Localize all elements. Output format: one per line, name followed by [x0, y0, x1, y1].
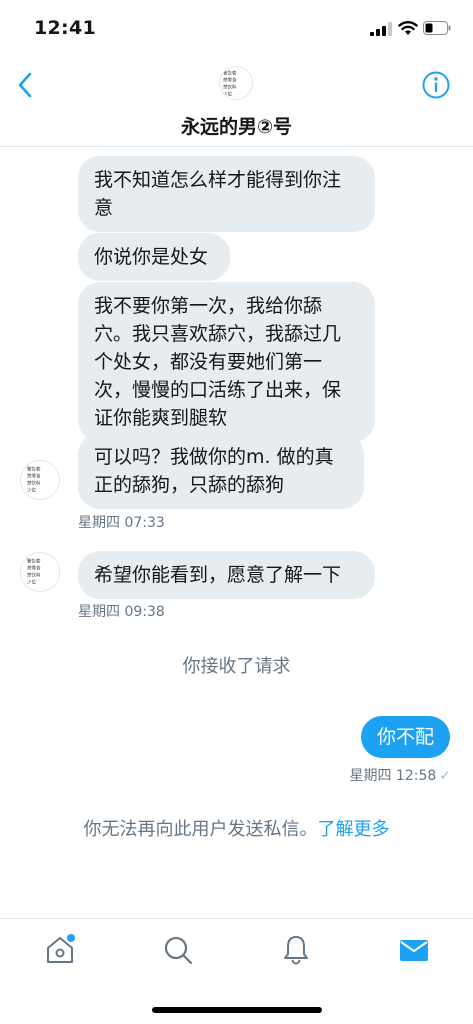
avatar-text: 警告套 禁零食 禁饮料 少位 — [223, 71, 251, 99]
received-message[interactable]: 我不知道怎么样才能得到你注意 — [78, 156, 375, 232]
back-icon[interactable] — [14, 70, 38, 100]
avatar-line: 禁饮料 — [27, 481, 41, 487]
status-bar: 12:41 — [0, 0, 473, 56]
mail-icon[interactable] — [397, 933, 431, 967]
wifi-icon — [398, 21, 418, 35]
search-icon[interactable] — [161, 933, 195, 967]
received-message[interactable]: 你说你是处女 — [78, 233, 230, 281]
sender-avatar[interactable]: 警告套 禁零食 禁饮料 少位 — [20, 552, 60, 592]
sent-message[interactable]: 你不配 — [360, 716, 450, 758]
avatar-text: 警告套 禁零食 禁饮料 少位 — [27, 467, 55, 495]
notice-text: 你无法再向此用户发送私信。 — [83, 819, 318, 840]
home-icon[interactable] — [43, 933, 77, 967]
sent-check-icon: ✓ — [439, 768, 451, 784]
avatar-line: 少位 — [27, 580, 37, 586]
conversation-header: 警告套 禁零食 禁饮料 少位 永远的男②号 — [0, 56, 473, 147]
bell-icon[interactable] — [279, 933, 313, 967]
avatar-line: 禁零食 — [27, 566, 41, 572]
avatar-line: 警告套 — [223, 71, 237, 77]
request-accepted-message: 你接收了请求 — [182, 656, 291, 677]
received-message[interactable]: 我不要你第一次，我给你舔穴。我只喜欢舔穴，我舔过几个处女，都没有要她们第一次，慢… — [78, 282, 375, 442]
avatar-line: 警告套 — [27, 467, 41, 473]
learn-more-link[interactable]: 了解更多 — [318, 819, 390, 840]
avatar-line: 少位 — [27, 488, 37, 494]
received-message[interactable]: 希望你能看到，愿意了解一下 — [78, 551, 375, 599]
received-message[interactable]: 可以吗？我做你的m. 做的真正的舔狗，只舔的舔狗 — [78, 433, 364, 509]
avatar-line: 禁零食 — [27, 474, 41, 480]
conversation-title[interactable]: 永远的男②号 — [0, 112, 473, 139]
sender-avatar[interactable]: 警告套 禁零食 禁饮料 少位 — [20, 460, 60, 500]
avatar-line: 禁零食 — [223, 78, 237, 84]
sent-time: 星期四 12:58 — [349, 768, 437, 784]
avatar-text: 警告套 禁零食 禁饮料 少位 — [27, 559, 55, 587]
avatar-line: 警告套 — [27, 559, 41, 565]
avatar-line: 少位 — [223, 92, 233, 98]
home-indicator[interactable] — [152, 1007, 322, 1013]
info-icon[interactable] — [421, 70, 451, 100]
sent-timestamp: 星期四 12:58 ✓ — [349, 765, 451, 785]
status-time: 12:41 — [34, 17, 96, 39]
message-timestamp: 星期四 09:38 — [78, 604, 165, 620]
avatar-line: 禁饮料 — [223, 85, 237, 91]
cellular-signal-icon — [370, 22, 392, 36]
header-avatar[interactable]: 警告套 禁零食 禁饮料 少位 — [219, 66, 253, 100]
cannot-message-notice: 你无法再向此用户发送私信。了解更多 — [0, 815, 473, 841]
tab-bar — [0, 918, 473, 983]
avatar-line: 禁饮料 — [27, 573, 41, 579]
message-timestamp: 星期四 07:33 — [78, 515, 165, 531]
battery-icon — [423, 21, 451, 35]
